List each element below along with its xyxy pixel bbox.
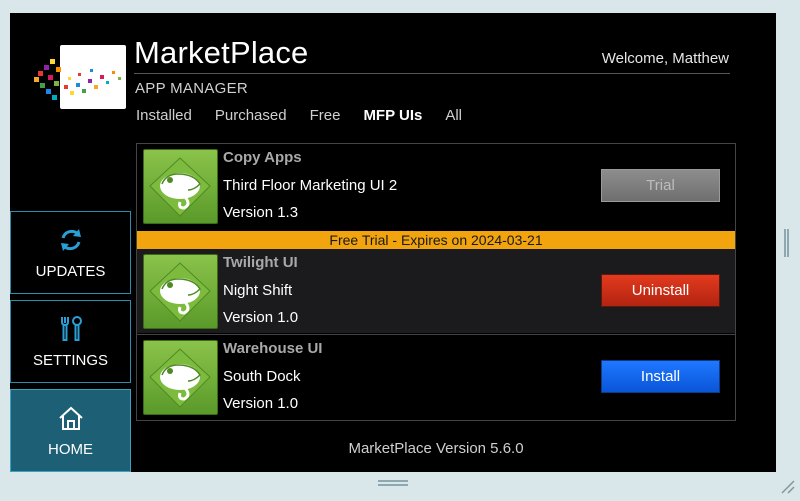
trial-expiry-banner: Free Trial - Expires on 2024-03-21 [137, 231, 735, 249]
install-button[interactable]: Install [601, 360, 720, 393]
app-list: Copy Apps Third Floor Marketing UI 2 Ver… [136, 143, 736, 421]
sidebar-item-label: UPDATES [35, 263, 106, 280]
home-icon [57, 404, 85, 432]
tools-icon [57, 315, 85, 343]
resize-grip-icon[interactable] [778, 477, 796, 495]
resize-handle-bottom[interactable] [378, 480, 408, 486]
sidebar-item-settings[interactable]: SETTINGS [10, 300, 131, 383]
app-title: Night Shift [223, 282, 293, 299]
page-subtitle: APP MANAGER [135, 80, 249, 97]
refresh-icon [57, 226, 85, 254]
sidebar-item-updates[interactable]: UPDATES [10, 211, 131, 294]
sidebar-item-label: SETTINGS [32, 352, 108, 369]
sidebar-item-label: HOME [48, 441, 93, 458]
brand-title: MarketPlace [134, 35, 309, 70]
app-version: Version 1.0 [223, 395, 299, 412]
chameleon-icon [143, 254, 218, 329]
app-name: Twilight UI [223, 254, 298, 271]
uninstall-button[interactable]: Uninstall [601, 274, 720, 307]
app-name: Copy Apps [223, 149, 302, 166]
list-item[interactable]: Warehouse UI South Dock Version 1.0 Inst… [137, 334, 735, 419]
welcome-text: Welcome, Matthew [601, 50, 729, 67]
tab-installed[interactable]: Installed [136, 107, 192, 124]
tab-all[interactable]: All [445, 107, 462, 124]
resize-handle-right[interactable] [784, 229, 789, 257]
chameleon-icon [143, 340, 218, 415]
app-title: South Dock [223, 368, 301, 385]
tab-purchased[interactable]: Purchased [215, 107, 287, 124]
tab-free[interactable]: Free [310, 107, 341, 124]
marketplace-version: MarketPlace Version 5.6.0 [348, 440, 524, 457]
app-name: Warehouse UI [223, 340, 323, 357]
chameleon-icon [143, 149, 218, 224]
tab-mfp-uis[interactable]: MFP UIs [363, 107, 422, 124]
trial-button[interactable]: Trial [601, 169, 720, 202]
filter-tabs: Installed Purchased Free MFP UIs All [136, 107, 485, 124]
header-divider [134, 73, 730, 74]
app-window: MarketPlace Welcome, Matthew APP MANAGER… [10, 13, 776, 472]
list-item[interactable]: Copy Apps Third Floor Marketing UI 2 Ver… [137, 144, 735, 228]
app-version: Version 1.3 [223, 204, 299, 221]
list-item[interactable]: Twilight UI Night Shift Version 1.0 Unin… [137, 249, 735, 333]
app-title: Third Floor Marketing UI 2 [223, 177, 398, 194]
marketplace-logo [30, 41, 130, 113]
app-version: Version 1.0 [223, 309, 299, 326]
sidebar-item-home[interactable]: HOME [10, 389, 131, 472]
